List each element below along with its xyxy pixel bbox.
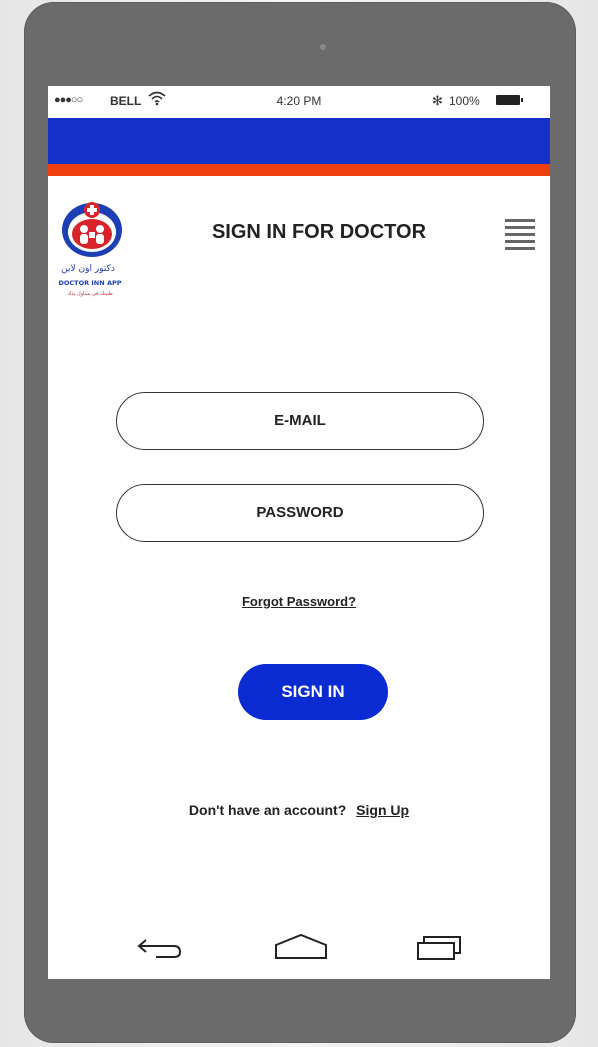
bluetooth-icon: ✻	[432, 93, 443, 108]
no-account-text: Don't have an account?	[188, 802, 347, 818]
password-field[interactable]: PASSWORD	[116, 484, 484, 542]
battery-icon	[496, 95, 523, 105]
hamburger-menu-icon[interactable]	[505, 219, 535, 250]
phone-screen: ●●●○○ BELL 4:20 PM ✻ 100% دكتور اون لاين…	[48, 86, 550, 979]
camera-dot	[320, 44, 326, 50]
header-red-bar	[48, 164, 550, 176]
signup-prompt: Don't have an account? Sign Up	[48, 802, 550, 818]
recent-apps-icon[interactable]	[416, 932, 466, 967]
logo-english-title: DOCTOR INN APP	[58, 279, 121, 287]
sign-up-link[interactable]: Sign Up	[356, 802, 409, 818]
logo-arabic-title: دكتور اون لاين	[61, 264, 115, 274]
page-title: SIGN IN FOR DOCTOR	[211, 221, 427, 243]
header-blue-bar	[48, 118, 550, 164]
email-field[interactable]: E-MAIL	[116, 392, 484, 450]
forgot-password-link[interactable]: Forgot Password?	[48, 594, 550, 609]
battery-percent: 100%	[449, 94, 480, 108]
back-arrow-icon[interactable]	[136, 932, 184, 967]
status-bar: ●●●○○ BELL 4:20 PM ✻ 100%	[48, 86, 550, 118]
app-logo: دكتور اون لاين DOCTOR INN APP طبيبك في م…	[58, 198, 158, 310]
home-icon[interactable]	[273, 932, 329, 967]
logo-tagline: طبيبك في متناول يدك	[67, 291, 112, 297]
sign-in-button[interactable]: SIGN IN	[238, 664, 388, 720]
